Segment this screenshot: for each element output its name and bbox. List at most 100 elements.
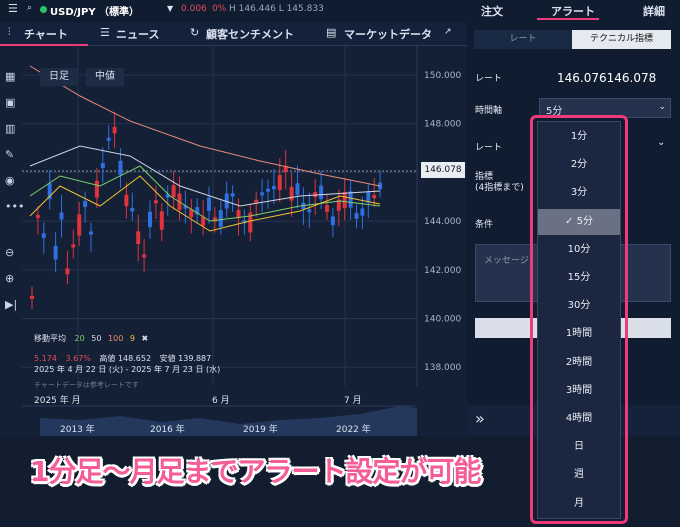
tab-sentiment-label: 顧客センチメント — [206, 28, 294, 41]
bar-chart-icon[interactable]: ▥ — [5, 122, 18, 135]
more-icon[interactable]: ••• — [5, 200, 24, 213]
candle-body — [295, 183, 300, 195]
candle-body — [271, 185, 276, 190]
drawing-toolbar: ▦ ▣ ▥ ✎ ◉ ••• ⊖ ⊕ ▶| — [0, 60, 24, 320]
alert-type-technical[interactable]: テクニカル指標 — [572, 30, 671, 49]
candle-body — [142, 254, 147, 258]
stats-line: 5.174 3.67% 高値 148.652 安値 139.887 — [34, 353, 211, 364]
candle-body — [307, 209, 312, 213]
dropdown-highlight-frame — [530, 115, 628, 524]
tab-news-label: ニュース — [116, 28, 160, 41]
candle-body — [118, 160, 123, 176]
candle-body — [230, 193, 235, 197]
document-icon: ▤ — [326, 26, 337, 39]
last-price-label: 146.078 — [421, 162, 465, 178]
candle-body — [136, 231, 141, 244]
candle-body — [266, 188, 270, 192]
close-icon[interactable]: ✖ — [141, 334, 148, 343]
alert-type-rate[interactable]: レート — [474, 30, 572, 49]
search-icon[interactable]: ⌕ — [27, 3, 32, 13]
candle-body — [254, 199, 259, 203]
high-low: H 146.446 L 145.833 — [229, 4, 324, 14]
candle-body — [260, 192, 265, 196]
nav-label-2022: 2022 年 — [336, 425, 371, 435]
tab-alert-underline — [537, 18, 599, 20]
nav-label-2013: 2013 年 — [60, 425, 95, 435]
stat-low: 安値 139.887 — [159, 354, 212, 363]
tab-alert[interactable]: アラート — [551, 3, 595, 19]
date-range: 2025 年 4 月 22 日 (火) - 2025 年 7 月 23 日 (水… — [34, 365, 221, 374]
candle-body — [319, 185, 324, 200]
candle-body — [100, 163, 105, 169]
candle-body — [354, 213, 359, 219]
nav-label-2019: 2019 年 — [243, 425, 278, 435]
rate2-label: レート — [475, 143, 503, 153]
jump-end-icon[interactable]: ▶| — [5, 298, 18, 311]
banner-text: 1分足〜月足までアラート設定が可能 — [30, 455, 481, 488]
refresh-icon: ↻ — [190, 26, 200, 39]
symbol-label[interactable]: USD/JPY （標準） — [50, 3, 139, 18]
chevron-down-icon[interactable]: ⌄ — [657, 137, 665, 148]
eye-icon[interactable]: ◉ — [5, 174, 18, 187]
double-chevron-right-icon[interactable]: » — [475, 409, 485, 428]
timeframe-label: 時間軸 — [475, 106, 503, 116]
x-label-start: 2025 年 月 — [34, 396, 81, 406]
news-icon: ☰ — [100, 26, 110, 39]
ma-100: 100 — [108, 334, 124, 343]
tab-detail[interactable]: 詳細 — [643, 3, 665, 19]
price-tick: 150.000 — [424, 71, 461, 81]
pencil-icon[interactable]: ✎ — [5, 148, 18, 161]
tab-market-label: マーケットデータ — [344, 28, 432, 41]
price-type-selector[interactable]: 中値 — [86, 68, 124, 86]
ma-20: 20 — [74, 334, 85, 343]
candle-body — [171, 185, 176, 198]
tab-market-data[interactable]: ▤ マーケットデータ ↗ — [326, 22, 456, 46]
ma-9: 9 — [129, 334, 135, 343]
ma-title: 移動平均 — [34, 334, 66, 343]
menu-icon[interactable]: ☰ — [8, 2, 18, 15]
candle-body — [277, 175, 282, 191]
candle-body — [289, 186, 294, 201]
candle-body — [342, 192, 347, 209]
price-tick: 148.000 — [424, 120, 461, 130]
candle-body — [41, 233, 46, 238]
tab-chart-label: チャート — [24, 28, 68, 41]
candle-body — [83, 200, 88, 207]
chart-area[interactable]: 150.000148.000146.000144.000142.000140.0… — [0, 46, 467, 436]
rate-label: レート — [475, 74, 503, 84]
price-tick: 144.000 — [424, 217, 461, 227]
tab-sentiment[interactable]: ↻ 顧客センチメント — [190, 22, 310, 46]
change-pct: 0% — [212, 4, 227, 14]
candle-body — [124, 194, 129, 207]
candle-body — [59, 212, 64, 220]
candle-body — [218, 210, 223, 227]
period-selector[interactable]: 日足 — [40, 68, 78, 86]
stat-change: 5.174 — [34, 354, 57, 363]
ma-50: 50 — [91, 334, 102, 343]
indicator-label: 指標 (4指標まで) — [475, 172, 524, 193]
price-tick: 142.000 — [424, 266, 461, 276]
tab-news[interactable]: ☰ ニュース — [100, 22, 180, 46]
layers-icon[interactable]: ▣ — [5, 96, 18, 109]
chevron-down-icon: ⌄ — [658, 102, 666, 112]
tab-chart[interactable]: ⫶ チャート — [0, 22, 88, 46]
price-chart: 150.000148.000146.000144.000142.000140.0… — [22, 46, 461, 436]
candle-body — [65, 268, 70, 275]
candle-body — [112, 126, 117, 134]
candle-body — [372, 195, 377, 199]
zoom-in-icon[interactable]: ⊕ — [5, 272, 18, 285]
tab-order[interactable]: 注文 — [481, 3, 503, 19]
candle-body — [153, 200, 158, 204]
indicator-icon[interactable]: ▦ — [5, 70, 18, 83]
ma-100-line — [29, 65, 381, 187]
nav-label-2016: 2016 年 — [150, 425, 185, 435]
candle-body — [348, 191, 353, 208]
status-dot-icon — [40, 6, 47, 13]
candle-body — [106, 137, 111, 141]
zoom-out-icon[interactable]: ⊖ — [5, 246, 18, 259]
stat-high: 高値 148.652 — [99, 354, 152, 363]
stat-pct: 3.67% — [65, 354, 91, 363]
x-label-jul: 7 月 — [344, 396, 362, 406]
chevron-down-icon[interactable]: ▼ — [167, 4, 173, 13]
candle-body — [325, 205, 329, 212]
